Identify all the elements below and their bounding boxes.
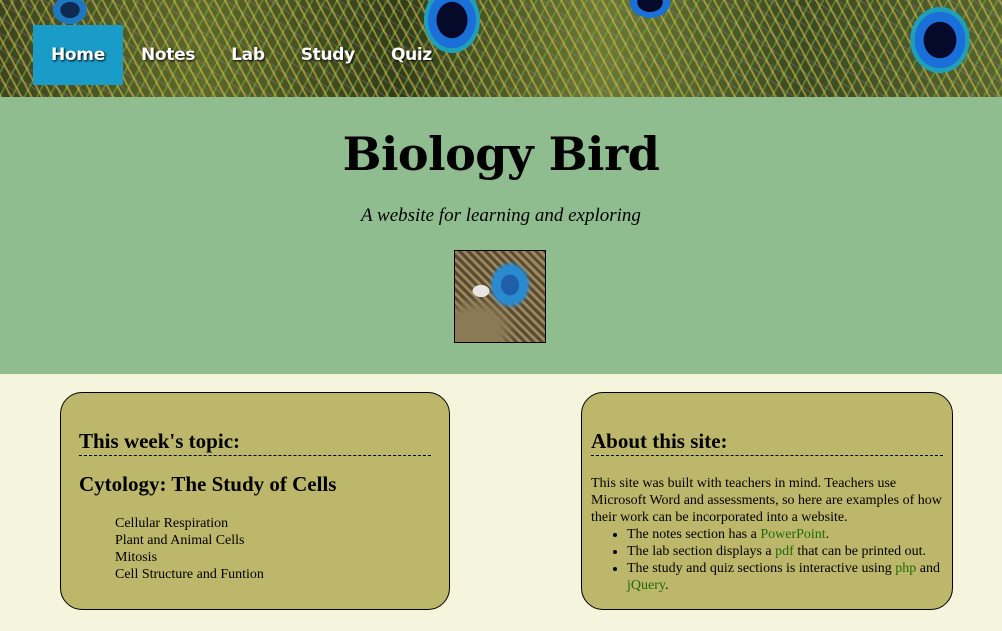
bullet-text: that can be printed out. [793,544,926,559]
pdf-link[interactable]: pdf [775,544,794,559]
nav-quiz[interactable]: Quiz [373,25,450,85]
list-item: Mitosis [115,550,158,565]
about-list: The notes section has a PowerPoint. The … [591,526,943,594]
list-item: The notes section has a PowerPoint. [627,526,943,543]
about-intro: This site was built with teachers in min… [591,476,942,525]
topic-list: Cellular Respiration Plant and Animal Ce… [79,515,431,583]
list-item: Cell Structure and Funtion [115,567,264,582]
bullet-text: . [825,527,830,542]
topic-panel: This week's topic: Cytology: The Study o… [60,392,450,610]
about-heading: About this site: [591,429,943,456]
nav-study[interactable]: Study [283,25,373,85]
list-item: The lab section displays a pdf that can … [627,543,943,560]
site-title: Biology Bird [342,127,660,181]
bullet-text: The lab section displays a [627,544,776,559]
nav-home[interactable]: Home [33,25,123,85]
header-banner: Home Notes Lab Study Quiz [0,0,1002,97]
jquery-link[interactable]: jQuery [627,578,665,593]
bullet-text: The notes section has a [627,527,761,542]
main-nav: Home Notes Lab Study Quiz [33,25,450,85]
powerpoint-link[interactable]: PowerPoint [760,527,825,542]
list-item: Cellular Respiration [115,516,229,531]
bullet-text: The study and quiz sections is interacti… [627,561,896,576]
site-tagline: A website for learning and exploring [361,205,641,226]
bullet-text: and [916,561,940,576]
nav-notes[interactable]: Notes [123,25,213,85]
peacock-image [454,250,546,343]
topic-subject: Cytology: The Study of Cells [79,472,337,496]
hero-section: Biology Bird A website for learning and … [0,97,1002,374]
nav-lab[interactable]: Lab [213,25,283,85]
php-link[interactable]: php [895,561,916,576]
topic-heading: This week's topic: [79,429,431,456]
list-item: The study and quiz sections is interacti… [627,560,943,594]
bullet-text: . [664,578,669,593]
list-item: Plant and Animal Cells [115,533,245,548]
about-panel: About this site: This site was built wit… [581,392,953,610]
